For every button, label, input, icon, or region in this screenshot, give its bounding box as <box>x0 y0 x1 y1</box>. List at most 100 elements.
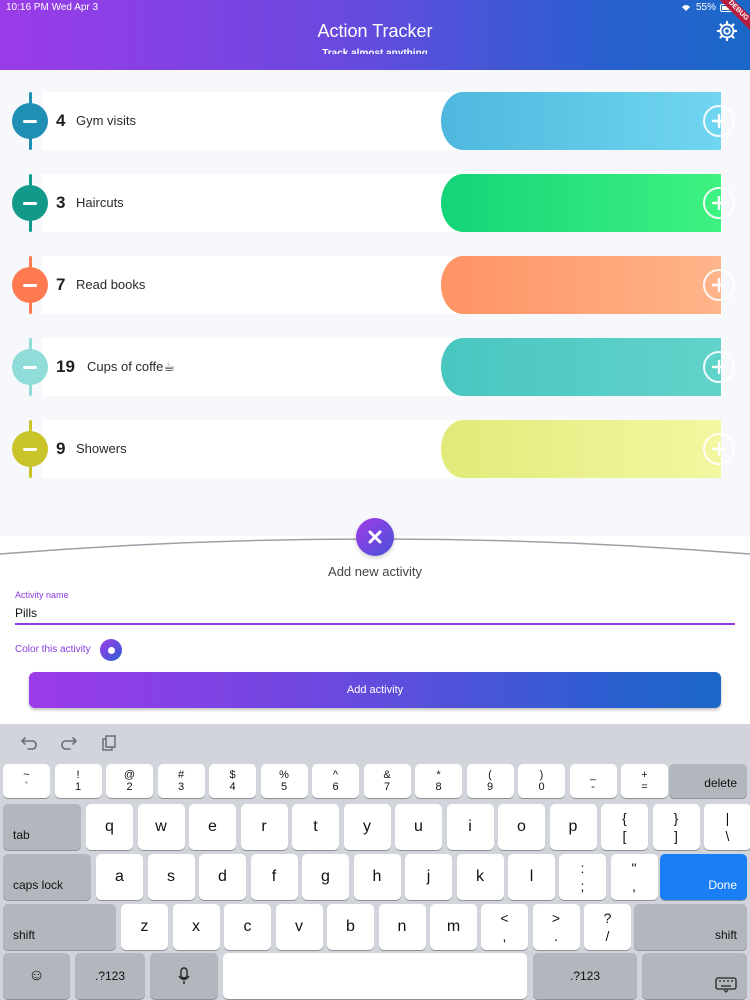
numbers-key-right[interactable]: .?123 <box>533 953 637 999</box>
key-char: 2 <box>126 781 133 793</box>
key-3[interactable]: #3 <box>157 764 205 798</box>
undo-icon[interactable] <box>20 734 38 752</box>
key-o[interactable]: o <box>498 804 545 850</box>
decrement-button[interactable] <box>12 267 48 303</box>
key-b[interactable]: b <box>327 904 374 950</box>
key-symbol[interactable]: ? / <box>584 904 631 950</box>
key-j[interactable]: j <box>405 854 452 900</box>
key-i[interactable]: i <box>446 804 494 850</box>
activity-row: 9 Showers <box>12 420 750 478</box>
activity-progress-bar <box>441 420 721 478</box>
close-sheet-button[interactable] <box>356 518 394 556</box>
decrement-button[interactable] <box>12 185 48 221</box>
key-1[interactable]: ! 1 <box>54 764 102 798</box>
key-5[interactable]: % 5 <box>260 764 308 798</box>
key-symbol[interactable]: <, <box>481 904 528 950</box>
shift-key-left[interactable]: shift <box>3 904 116 950</box>
minus-icon <box>23 365 37 369</box>
key-char: , <box>632 878 636 894</box>
key-symbol[interactable]: :; <box>559 854 606 900</box>
key-k[interactable]: k <box>456 854 504 900</box>
key-symbol[interactable]: }] <box>652 804 700 850</box>
increment-button[interactable] <box>703 269 735 301</box>
key-f[interactable]: f <box>250 854 298 900</box>
color-picker-button[interactable] <box>100 639 122 661</box>
key-p[interactable]: p <box>549 804 597 850</box>
activity-count: 19 <box>56 357 75 376</box>
key-symbol[interactable]: ", <box>610 854 658 900</box>
key-u[interactable]: u <box>395 804 442 850</box>
header-curve <box>0 54 750 70</box>
redo-icon[interactable] <box>60 734 78 752</box>
key-t[interactable]: t <box>292 804 339 850</box>
gear-icon[interactable] <box>716 20 738 42</box>
key-a[interactable]: a <box>96 854 143 900</box>
decrement-button[interactable] <box>12 349 48 385</box>
key-x[interactable]: x <box>172 904 220 950</box>
key-d[interactable]: d <box>199 854 246 900</box>
key-9[interactable]: (9 <box>466 764 514 798</box>
key-h[interactable]: h <box>353 854 401 900</box>
key-g[interactable]: g <box>302 854 349 900</box>
emoji-icon: ☺ <box>28 967 45 984</box>
key-char: 7 <box>383 781 391 793</box>
space-key[interactable] <box>223 953 527 999</box>
key-=[interactable]: + = <box>621 764 668 798</box>
key-c[interactable]: c <box>224 904 271 950</box>
decrement-button[interactable] <box>12 103 48 139</box>
numbers-key-left[interactable]: .?123 <box>75 953 145 999</box>
key-r[interactable]: r <box>240 804 288 850</box>
delete-key[interactable]: delete <box>669 764 747 798</box>
key-n[interactable]: n <box>378 904 426 950</box>
key-z[interactable]: z <box>121 904 168 950</box>
key-y[interactable]: y <box>343 804 391 850</box>
onscreen-keyboard: ~ `! 1 @2 #3 $4% 5 ^ 6 & 7 * 8(9) 0 _ - + = delete tab q w e r t… <box>0 724 750 1000</box>
activity-name-input[interactable] <box>15 603 735 625</box>
activity-count: 4 <box>56 111 66 130</box>
wifi-icon <box>681 5 690 11</box>
minus-icon <box>23 447 37 451</box>
key-6[interactable]: ^ 6 <box>312 764 359 798</box>
emoji-key[interactable]: ☺ <box>3 953 70 999</box>
done-key[interactable]: Done <box>660 854 747 900</box>
key-symbol[interactable]: {[ <box>601 804 648 850</box>
close-icon <box>368 530 382 544</box>
activity-label: Read books <box>76 277 146 292</box>
key-v[interactable]: v <box>275 904 323 950</box>
increment-button[interactable] <box>703 433 735 465</box>
shift-key-right[interactable]: shift <box>634 904 747 950</box>
key-4[interactable]: $4 <box>209 764 256 798</box>
hide-keyboard-key[interactable] <box>642 953 747 999</box>
caps-lock-key[interactable]: caps lock <box>3 854 91 900</box>
key-char: / <box>605 928 610 944</box>
increment-button[interactable] <box>703 105 735 137</box>
key-2[interactable]: @2 <box>106 764 153 798</box>
paste-icon[interactable] <box>100 734 118 752</box>
key-char: 1 <box>74 781 82 793</box>
key-w[interactable]: w <box>137 804 185 850</box>
key-symbol[interactable]: | \ <box>704 804 750 850</box>
dictation-key[interactable] <box>150 953 218 999</box>
tab-key[interactable]: tab <box>3 804 81 850</box>
add-activity-button[interactable]: Add activity <box>29 672 721 708</box>
key-shift-char: " <box>631 860 637 876</box>
key-m[interactable]: m <box>430 904 477 950</box>
increment-button[interactable] <box>703 351 735 383</box>
key-symbol[interactable]: >. <box>532 904 580 950</box>
plus-icon <box>712 196 726 210</box>
decrement-button[interactable] <box>12 431 48 467</box>
status-time: 10:16 PM Wed Apr 3 <box>6 2 99 13</box>
add-sheet-title: Add new activity <box>328 564 422 579</box>
key-8[interactable]: * 8 <box>415 764 462 798</box>
key-e[interactable]: e <box>189 804 236 850</box>
key-7[interactable]: & 7 <box>363 764 411 798</box>
key-s[interactable]: s <box>147 854 195 900</box>
activity-row: 3 Haircuts <box>12 174 750 232</box>
battery-percent: 55% <box>695 2 716 13</box>
key-q[interactable]: q <box>86 804 133 850</box>
key-l[interactable]: l <box>508 854 555 900</box>
key--[interactable]: _ - <box>569 764 617 798</box>
increment-button[interactable] <box>703 187 735 219</box>
key-0[interactable]: ) 0 <box>518 764 565 798</box>
key-`[interactable]: ~ ` <box>3 764 50 798</box>
